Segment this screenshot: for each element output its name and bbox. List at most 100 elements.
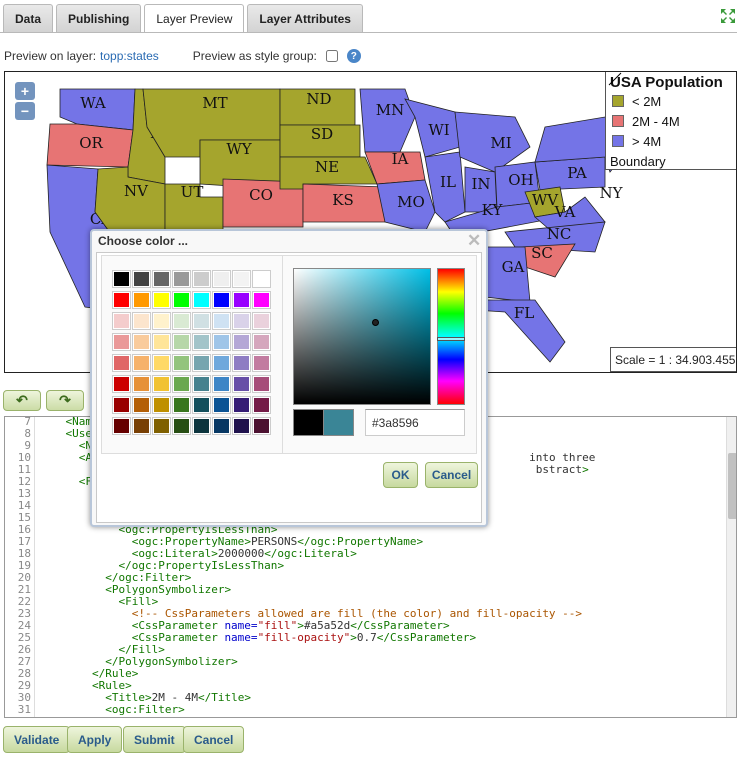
color-swatch[interactable] bbox=[192, 375, 211, 393]
scale-indicator: Scale = 1 : 34.903.455 bbox=[610, 347, 736, 372]
color-swatch[interactable] bbox=[112, 333, 131, 351]
color-swatch[interactable] bbox=[232, 333, 251, 351]
color-swatch[interactable] bbox=[232, 270, 251, 288]
saturation-value-area[interactable] bbox=[293, 268, 431, 405]
state-label: WA bbox=[80, 94, 106, 112]
dialog-cancel-button[interactable]: Cancel bbox=[425, 462, 478, 488]
color-swatch[interactable] bbox=[152, 333, 171, 351]
color-swatch[interactable] bbox=[132, 396, 151, 414]
state-mn[interactable] bbox=[359, 88, 416, 153]
color-swatch[interactable] bbox=[132, 312, 151, 330]
undo-button[interactable]: ↶ bbox=[3, 390, 41, 411]
style-group-label: Preview as style group: bbox=[192, 49, 317, 63]
color-swatch[interactable] bbox=[112, 312, 131, 330]
color-swatch[interactable] bbox=[172, 396, 191, 414]
color-swatch[interactable] bbox=[152, 312, 171, 330]
hex-color-input[interactable] bbox=[365, 409, 465, 436]
color-swatch[interactable] bbox=[212, 291, 231, 309]
style-group-checkbox[interactable] bbox=[325, 50, 338, 62]
color-swatch[interactable] bbox=[152, 270, 171, 288]
color-swatch[interactable] bbox=[172, 375, 191, 393]
scroll-thumb[interactable] bbox=[728, 453, 736, 519]
state-label: WI bbox=[428, 121, 449, 139]
help-icon[interactable]: ? bbox=[346, 49, 361, 63]
color-swatch[interactable] bbox=[192, 354, 211, 372]
color-swatch[interactable] bbox=[132, 417, 151, 435]
apply-button[interactable]: Apply bbox=[67, 726, 123, 753]
tab-layer-attributes[interactable]: Layer Attributes bbox=[247, 4, 363, 32]
color-swatch[interactable] bbox=[152, 417, 171, 435]
redo-button[interactable]: ↷ bbox=[46, 390, 84, 411]
ok-button[interactable]: OK bbox=[383, 462, 418, 488]
cancel-button[interactable]: Cancel bbox=[183, 726, 245, 753]
previous-color-preview bbox=[293, 409, 324, 436]
color-swatch[interactable] bbox=[232, 312, 251, 330]
color-swatch[interactable] bbox=[192, 333, 211, 351]
color-swatch[interactable] bbox=[132, 375, 151, 393]
color-swatch[interactable] bbox=[152, 291, 171, 309]
color-swatch[interactable] bbox=[252, 396, 271, 414]
color-swatch[interactable] bbox=[252, 270, 271, 288]
color-swatch[interactable] bbox=[112, 291, 131, 309]
color-swatch[interactable] bbox=[212, 375, 231, 393]
submit-button[interactable]: Submit bbox=[123, 726, 186, 753]
color-swatch[interactable] bbox=[172, 354, 191, 372]
color-swatch[interactable] bbox=[132, 270, 151, 288]
color-swatch[interactable] bbox=[252, 312, 271, 330]
color-swatch[interactable] bbox=[172, 291, 191, 309]
state-label: MI bbox=[490, 134, 511, 152]
color-swatch[interactable] bbox=[212, 417, 231, 435]
color-swatch[interactable] bbox=[232, 396, 251, 414]
color-swatch[interactable] bbox=[152, 354, 171, 372]
editor-scrollbar[interactable] bbox=[726, 417, 736, 717]
color-swatch[interactable] bbox=[252, 417, 271, 435]
color-swatch[interactable] bbox=[112, 375, 131, 393]
color-swatch[interactable] bbox=[212, 270, 231, 288]
color-swatch[interactable] bbox=[132, 291, 151, 309]
color-swatch[interactable] bbox=[192, 312, 211, 330]
color-swatch[interactable] bbox=[172, 417, 191, 435]
color-swatch[interactable] bbox=[112, 270, 131, 288]
color-swatch[interactable] bbox=[132, 333, 151, 351]
color-swatch[interactable] bbox=[172, 270, 191, 288]
color-swatch[interactable] bbox=[192, 417, 211, 435]
layer-link[interactable]: topp:states bbox=[100, 49, 159, 63]
color-swatch[interactable] bbox=[112, 396, 131, 414]
zoom-out-button[interactable]: − bbox=[15, 102, 35, 120]
tab-layer-preview[interactable]: Layer Preview bbox=[144, 4, 245, 33]
color-swatch[interactable] bbox=[192, 291, 211, 309]
color-swatch[interactable] bbox=[172, 312, 191, 330]
zoom-in-button[interactable]: + bbox=[15, 82, 35, 100]
sv-cursor[interactable] bbox=[372, 319, 379, 326]
color-swatch[interactable] bbox=[212, 312, 231, 330]
close-icon[interactable]: ✕ bbox=[467, 232, 481, 249]
color-swatch[interactable] bbox=[252, 291, 271, 309]
color-swatch[interactable] bbox=[252, 333, 271, 351]
color-swatch[interactable] bbox=[232, 417, 251, 435]
color-swatch[interactable] bbox=[192, 396, 211, 414]
color-swatch[interactable] bbox=[152, 396, 171, 414]
color-swatch[interactable] bbox=[252, 354, 271, 372]
tab-publishing[interactable]: Publishing bbox=[56, 4, 142, 32]
color-swatch[interactable] bbox=[232, 291, 251, 309]
color-swatch[interactable] bbox=[212, 354, 231, 372]
color-swatch[interactable] bbox=[172, 333, 191, 351]
legend-item: < 2M bbox=[610, 91, 734, 111]
color-swatch[interactable] bbox=[152, 375, 171, 393]
color-swatch[interactable] bbox=[232, 354, 251, 372]
tab-data[interactable]: Data bbox=[3, 4, 54, 32]
color-swatch[interactable] bbox=[212, 396, 231, 414]
hue-marker[interactable] bbox=[437, 337, 465, 341]
color-swatch[interactable] bbox=[132, 354, 151, 372]
color-swatch[interactable] bbox=[112, 354, 131, 372]
fullscreen-icon[interactable] bbox=[720, 8, 736, 24]
color-swatch[interactable] bbox=[232, 375, 251, 393]
validate-button[interactable]: Validate bbox=[3, 726, 71, 753]
color-swatch[interactable] bbox=[212, 333, 231, 351]
line-number: 31 bbox=[17, 703, 31, 716]
color-swatch[interactable] bbox=[192, 270, 211, 288]
hue-slider[interactable] bbox=[437, 268, 465, 405]
color-swatch[interactable] bbox=[112, 417, 131, 435]
boundary-line-icon bbox=[608, 72, 622, 86]
color-swatch[interactable] bbox=[252, 375, 271, 393]
